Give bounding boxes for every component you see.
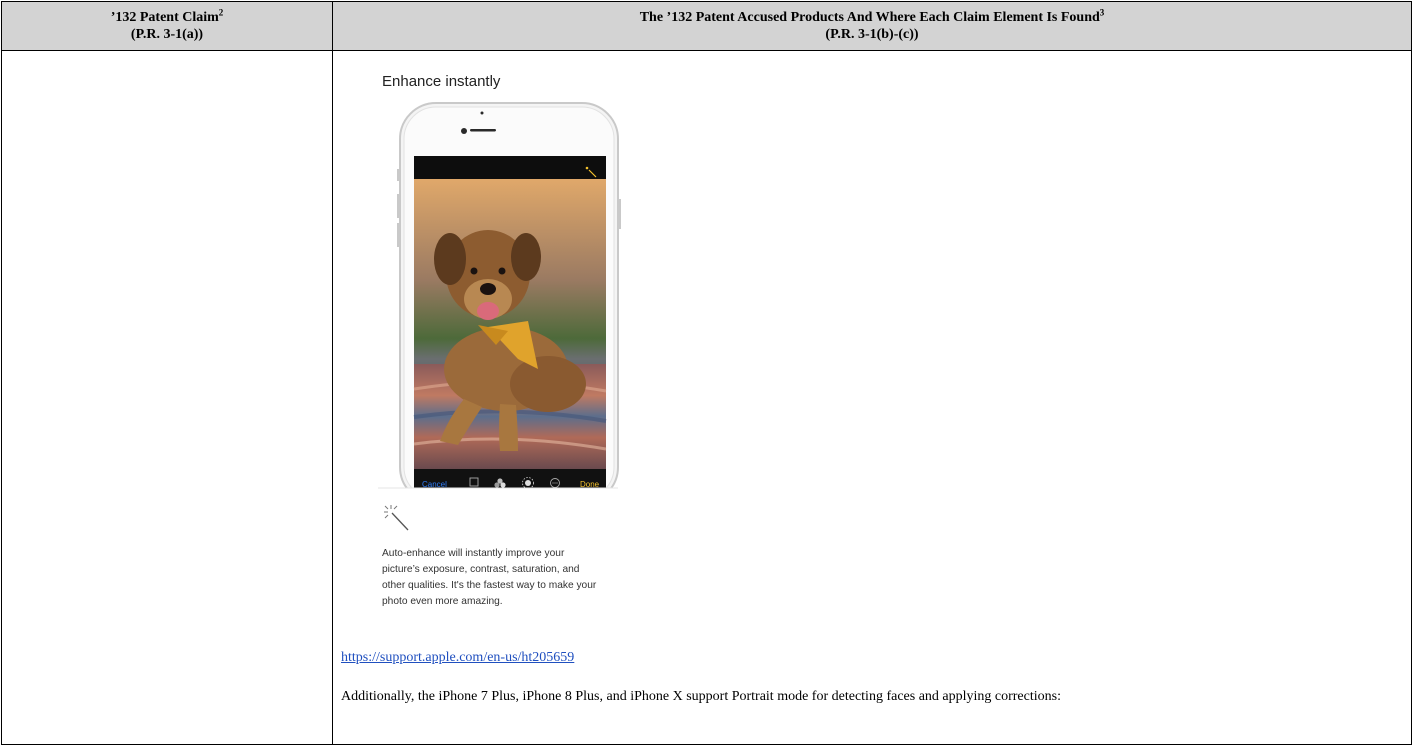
header-claim-title: ’132 Patent Claim	[110, 10, 219, 25]
caption-line: Auto-enhance will instantly improve your	[382, 548, 565, 559]
claim-element-cell	[1, 50, 333, 745]
auto-enhance-wand-icon	[384, 505, 409, 531]
footnote-ref-3: 3	[1099, 7, 1105, 18]
header-accused-title: The ’132 Patent Accused Products And Whe…	[639, 10, 1100, 25]
portrait-mode-paragraph: Additionally, the iPhone 7 Plus, iPhone …	[341, 689, 1061, 704]
figure-caption: Auto-enhance will instantly improve your…	[382, 546, 672, 610]
apple-support-link[interactable]: https://support.apple.com/en-us/ht205659	[341, 650, 574, 666]
evidence-cell: Enhance instantly Cancel Done Auto-enhan…	[332, 50, 1412, 745]
iphone-illustration: Cancel Done	[378, 102, 638, 491]
iphone-figure: Cancel Done	[378, 99, 638, 491]
header-claim-rule: (P.R. 3-1(a))	[130, 27, 204, 42]
figure-title: Enhance instantly	[382, 73, 501, 90]
header-accused-rule: (P.R. 3-1(b)-(c))	[825, 27, 919, 42]
claim-row: Enhance instantly Cancel Done Auto-enhan…	[1, 50, 1412, 745]
caption-line: other qualities. It's the fastest way to…	[382, 580, 597, 591]
caption-line: photo even more amazing.	[382, 596, 503, 607]
header-claim-column: ’132 Patent Claim2 (P.R. 3-1(a))	[1, 1, 333, 51]
header-row: ’132 Patent Claim2 (P.R. 3-1(a)) The ’13…	[1, 1, 1412, 51]
claim-chart-table: ’132 Patent Claim2 (P.R. 3-1(a)) The ’13…	[1, 1, 1412, 745]
footnote-ref-2: 2	[218, 7, 224, 18]
header-accused-column: The ’132 Patent Accused Products And Whe…	[332, 1, 1412, 51]
caption-line: picture’s exposure, contrast, saturation…	[382, 564, 580, 575]
